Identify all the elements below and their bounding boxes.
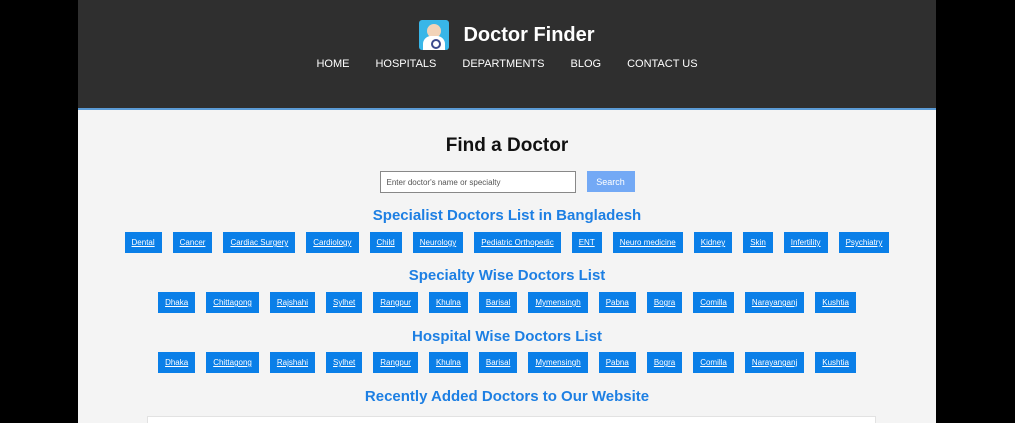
specialist-section-title: Specialist Doctors List in Bangladesh: [372, 207, 642, 224]
nav-blog[interactable]: BLOG: [570, 58, 601, 70]
hospital-city-tag[interactable]: Pabna: [598, 352, 636, 373]
specialist-tag[interactable]: Neurology: [412, 232, 464, 253]
main-nav: HOME HOSPITALS DEPARTMENTS BLOG CONTACT …: [78, 58, 936, 70]
recent-doctors-section-title: Recently Added Doctors to Our Website: [364, 388, 650, 405]
hospital-city-tag[interactable]: Narayanganj: [744, 352, 805, 373]
specialist-tag[interactable]: Psychiatry: [838, 232, 890, 253]
nav-hospitals[interactable]: HOSPITALS: [375, 58, 436, 70]
specialist-tag[interactable]: Pediatric Orthopedic: [474, 232, 561, 253]
specialty-city-tag[interactable]: Rangpur: [373, 292, 418, 313]
hospital-city-tag[interactable]: Barisal: [478, 352, 518, 373]
specialty-wise-section-title: Specialty Wise Doctors List: [408, 267, 606, 284]
recent-doctors-card: [147, 416, 876, 423]
specialty-city-tag[interactable]: Barisal: [478, 292, 518, 313]
specialty-city-tag[interactable]: Chittagong: [206, 292, 259, 313]
search-bar: Search: [78, 171, 936, 193]
specialist-tag[interactable]: Dental: [124, 232, 162, 253]
specialty-city-tag[interactable]: Bogra: [646, 292, 683, 313]
specialty-city-tag[interactable]: Kushtia: [815, 292, 856, 313]
site-title: Doctor Finder: [463, 23, 595, 46]
specialist-tag[interactable]: ENT: [571, 232, 602, 253]
specialty-city-tag[interactable]: Mymensingh: [528, 292, 588, 313]
hospital-city-tag[interactable]: Dhaka: [158, 352, 196, 373]
specialty-city-tag[interactable]: Sylhet: [326, 292, 363, 313]
specialty-wise-tag-list: Dhaka Chittagong Rajshahi Sylhet Rangpur Khul…: [78, 292, 936, 313]
hospital-city-tag[interactable]: Chittagong: [206, 352, 259, 373]
search-input[interactable]: [379, 171, 576, 193]
hospital-wise-section-title: Hospital Wise Doctors List: [412, 328, 602, 345]
specialist-tag[interactable]: Cardiology: [306, 232, 359, 253]
specialty-city-tag[interactable]: Comilla: [693, 292, 734, 313]
specialty-city-tag[interactable]: Pabna: [598, 292, 636, 313]
search-button[interactable]: Search: [586, 171, 635, 192]
hospital-city-tag[interactable]: Kushtia: [815, 352, 856, 373]
hospital-city-tag[interactable]: Sylhet: [326, 352, 363, 373]
specialty-city-tag[interactable]: Dhaka: [158, 292, 196, 313]
specialist-tag[interactable]: Kidney: [693, 232, 733, 253]
site-header: Doctor Finder HOME HOSPITALS DEPARTMENTS…: [78, 0, 936, 110]
nav-contact-us[interactable]: CONTACT US: [627, 58, 698, 70]
specialty-city-tag[interactable]: Khulna: [428, 292, 468, 313]
hospital-wise-tag-list: Dhaka Chittagong Rajshahi Sylhet Rangpur Khul…: [78, 352, 936, 373]
hospital-city-tag[interactable]: Rajshahi: [269, 352, 316, 373]
specialist-tag[interactable]: Infertility: [783, 232, 828, 253]
nav-departments[interactable]: DEPARTMENTS: [462, 58, 544, 70]
hospital-city-tag[interactable]: Mymensingh: [528, 352, 588, 373]
hospital-city-tag[interactable]: Comilla: [693, 352, 734, 373]
specialist-tag-list: Dental Cancer Cardiac Surgery Cardiology Chi…: [78, 232, 936, 253]
page: Doctor Finder HOME HOSPITALS DEPARTMENTS…: [78, 0, 936, 423]
specialist-tag[interactable]: Neuro medicine: [612, 232, 683, 253]
hospital-city-tag[interactable]: Khulna: [428, 352, 468, 373]
specialist-tag[interactable]: Cancer: [172, 232, 213, 253]
specialty-city-tag[interactable]: Rajshahi: [269, 292, 316, 313]
nav-home[interactable]: HOME: [316, 58, 349, 70]
hospital-city-tag[interactable]: Bogra: [646, 352, 683, 373]
doctor-avatar-icon: [419, 20, 450, 50]
hospital-city-tag[interactable]: Rangpur: [373, 352, 418, 373]
specialty-city-tag[interactable]: Narayanganj: [744, 292, 805, 313]
specialist-tag[interactable]: Skin: [743, 232, 773, 253]
page-title: Find a Doctor: [445, 135, 569, 156]
brand[interactable]: Doctor Finder: [78, 18, 936, 52]
specialist-tag[interactable]: Child: [369, 232, 402, 253]
specialist-tag[interactable]: Cardiac Surgery: [223, 232, 296, 253]
